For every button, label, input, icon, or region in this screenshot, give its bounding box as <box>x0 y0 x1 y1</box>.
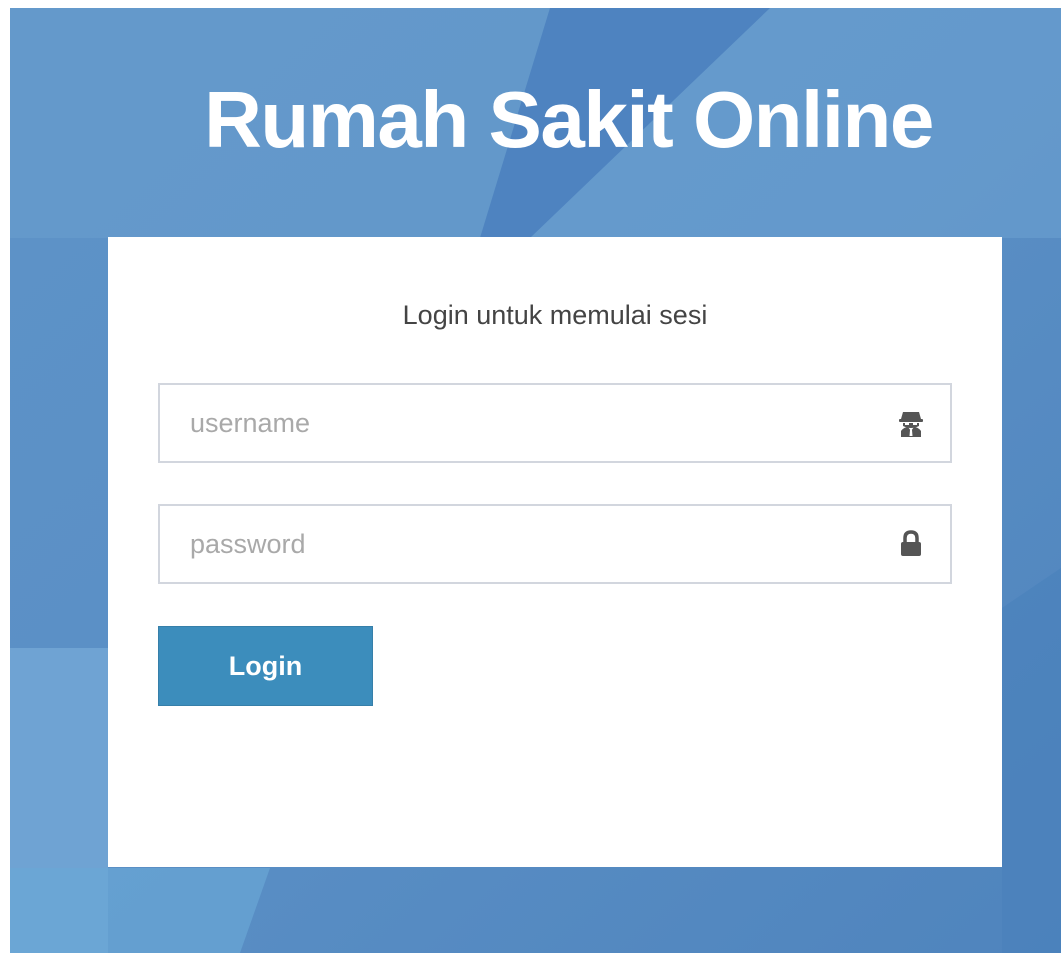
app-title: Rumah Sakit Online <box>204 75 934 164</box>
user-secret-icon <box>898 409 924 437</box>
username-field <box>158 383 952 463</box>
login-box: Login untuk memulai sesi username Login <box>108 237 1002 867</box>
login-box-message: Login untuk memulai sesi <box>402 300 708 330</box>
password-field <box>158 504 952 584</box>
login-button[interactable]: Login <box>158 626 373 706</box>
password-input[interactable] <box>160 506 890 582</box>
lock-icon <box>898 530 924 558</box>
username-input[interactable] <box>160 385 890 461</box>
login-page: Rumah Sakit Online Login untuk memulai s… <box>10 8 1061 953</box>
